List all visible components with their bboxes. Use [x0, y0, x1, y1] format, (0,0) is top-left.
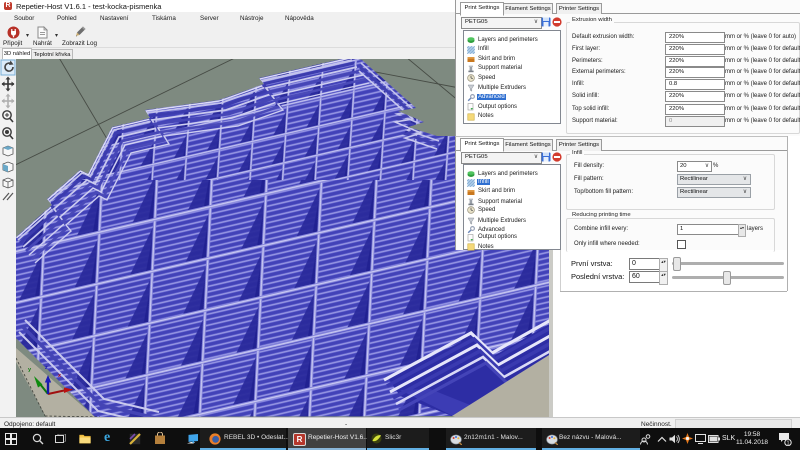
- svg-text:1: 1: [786, 441, 789, 446]
- svg-text:z: z: [45, 365, 48, 371]
